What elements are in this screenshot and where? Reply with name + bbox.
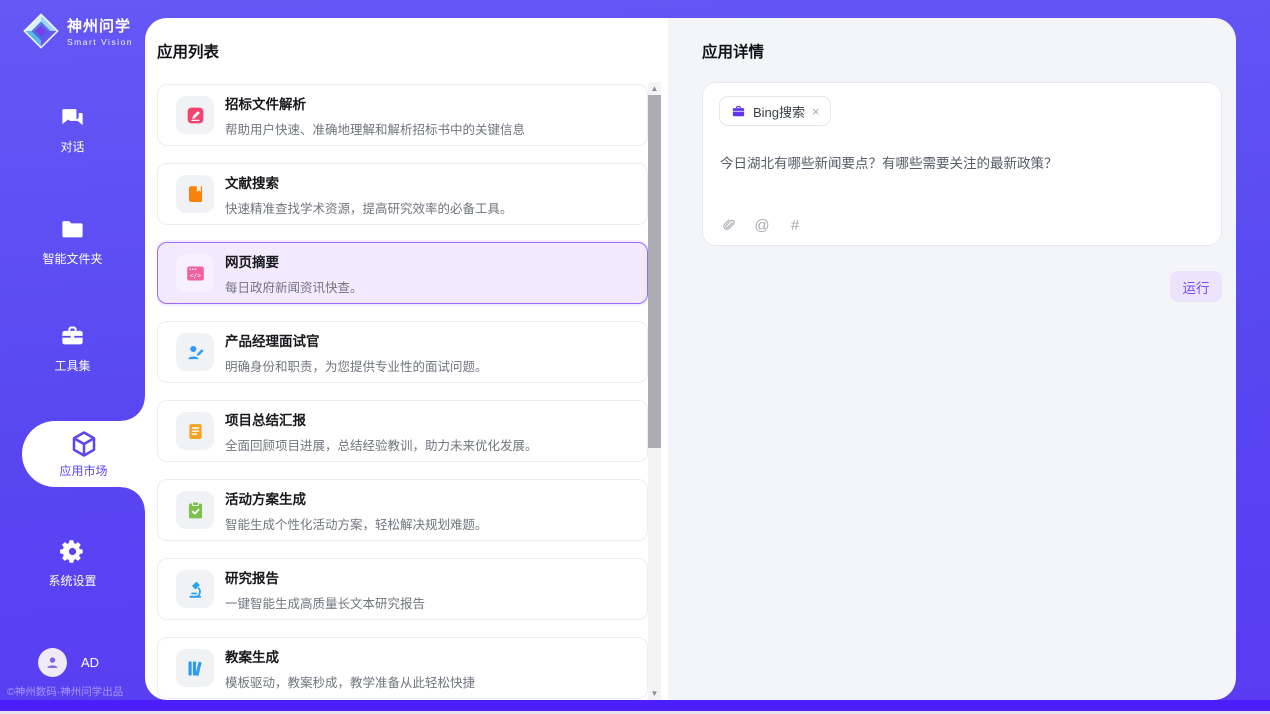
avatar	[38, 648, 67, 677]
app-title: 产品经理面试官	[225, 330, 488, 350]
sidebar-footer: ©神州数码·神州问学出品	[7, 684, 123, 699]
attachment-icon[interactable]	[720, 216, 738, 234]
diamond-logo-icon	[22, 12, 60, 50]
sidebar-item-toolbox[interactable]: 工具集	[0, 323, 145, 374]
web-code-icon: </>	[176, 254, 214, 292]
app-card-text: 教案生成模板驱动，教案秒成，教学准备从此轻松快捷	[225, 646, 475, 691]
books-icon	[176, 649, 214, 687]
app-card[interactable]: 项目总结汇报全面回顾项目进展，总结经验教训，助力未来优化发展。	[157, 400, 648, 462]
brand-logo: 神州问学 Smart Vision	[22, 12, 133, 50]
list-scrollbar[interactable]: ▲ ▼	[648, 82, 661, 700]
brand-name: 神州问学	[67, 15, 133, 36]
app-title: 教案生成	[225, 646, 475, 666]
cube-icon	[69, 429, 99, 459]
sidebar-item-label: 系统设置	[48, 572, 96, 589]
svg-text:</>: </>	[189, 272, 200, 279]
app-card-text: 文献搜索快速精准查找学术资源，提高研究效率的必备工具。	[225, 172, 513, 217]
app-title: 项目总结汇报	[225, 409, 538, 429]
user-initials: AD	[81, 655, 99, 670]
app-card[interactable]: 活动方案生成智能生成个性化活动方案，轻松解决规划难题。	[157, 479, 648, 541]
briefcase-icon	[731, 104, 746, 119]
app-card-text: 活动方案生成智能生成个性化活动方案，轻松解决规划难题。	[225, 488, 488, 533]
screen: 神州问学 Smart Vision 对话智能文件夹工具集应用市场系统设置 AD …	[0, 0, 1270, 714]
app-detail-pane: 应用详情 Bing搜索 × 今日湖北有哪些新闻要点？有哪些需要关注的最新政策？	[668, 18, 1236, 700]
app-card[interactable]: 文献搜索快速精准查找学术资源，提高研究效率的必备工具。	[157, 163, 648, 225]
app-desc: 一键智能生成高质量长文本研究报告	[225, 593, 425, 612]
app-desc: 模板驱动，教案秒成，教学准备从此轻松快捷	[225, 672, 475, 691]
sidebar: 神州问学 Smart Vision 对话智能文件夹工具集应用市场系统设置 AD …	[0, 0, 145, 700]
toolbox-icon	[59, 323, 86, 350]
app-card[interactable]: 产品经理面试官明确身份和职责，为您提供专业性的面试问题。	[157, 321, 648, 383]
app-card[interactable]: 教案生成模板驱动，教案秒成，教学准备从此轻松快捷	[157, 637, 648, 699]
app-desc: 智能生成个性化活动方案，轻松解决规划难题。	[225, 514, 488, 533]
scrollbar-thumb[interactable]	[648, 95, 661, 448]
book-icon	[176, 175, 214, 213]
tool-chip-label: Bing搜索	[753, 102, 805, 121]
sidebar-item-settings[interactable]: 系统设置	[0, 538, 145, 589]
sidebar-item-app-market[interactable]: 应用市场	[22, 421, 145, 487]
sidebar-item-chat[interactable]: 对话	[0, 104, 145, 155]
app-card-text: 网页摘要每日政府新闻资讯快查。	[225, 251, 363, 296]
app-title: 网页摘要	[225, 251, 363, 271]
app-card-text: 项目总结汇报全面回顾项目进展，总结经验教训，助力未来优化发展。	[225, 409, 538, 454]
app-list-pane: 应用列表 招标文件解析帮助用户快速、准确地理解和解析招标书中的关键信息文献搜索快…	[145, 18, 668, 700]
interviewer-icon	[176, 333, 214, 371]
app-desc: 快速精准查找学术资源，提高研究效率的必备工具。	[225, 198, 513, 217]
mention-icon[interactable]: @	[753, 216, 771, 234]
clipboard-check-icon	[176, 491, 214, 529]
app-title: 文献搜索	[225, 172, 513, 192]
app-title: 研究报告	[225, 567, 425, 587]
app-card-text: 产品经理面试官明确身份和职责，为您提供专业性的面试问题。	[225, 330, 488, 375]
app-desc: 全面回顾项目进展，总结经验教训，助力未来优化发展。	[225, 435, 538, 454]
app-list: 招标文件解析帮助用户快速、准确地理解和解析招标书中的关键信息文献搜索快速精准查找…	[157, 84, 648, 700]
sidebar-item-label: 应用市场	[59, 462, 107, 479]
gear-icon	[59, 538, 86, 565]
close-icon[interactable]: ×	[812, 105, 820, 118]
brand-subtitle: Smart Vision	[67, 37, 133, 47]
run-button[interactable]: 运行	[1170, 271, 1222, 302]
sidebar-item-label: 对话	[60, 138, 84, 155]
folder-icon	[59, 216, 86, 243]
sidebar-item-smart-folder[interactable]: 智能文件夹	[0, 216, 145, 267]
main-panel: 应用列表 招标文件解析帮助用户快速、准确地理解和解析招标书中的关键信息文献搜索快…	[145, 18, 1236, 700]
scroll-up-icon[interactable]: ▲	[648, 82, 661, 95]
sidebar-item-label: 智能文件夹	[42, 250, 102, 267]
notepad-icon	[176, 412, 214, 450]
hash-icon[interactable]: #	[786, 216, 804, 234]
app-title: 活动方案生成	[225, 488, 488, 508]
app-title: 招标文件解析	[225, 93, 525, 113]
app-desc: 明确身份和职责，为您提供专业性的面试问题。	[225, 356, 488, 375]
microscope-icon	[176, 570, 214, 608]
scroll-down-icon[interactable]: ▼	[648, 687, 661, 700]
app-desc: 帮助用户快速、准确地理解和解析招标书中的关键信息	[225, 119, 525, 138]
doc-edit-icon	[176, 96, 214, 134]
app-card[interactable]: 招标文件解析帮助用户快速、准确地理解和解析招标书中的关键信息	[157, 84, 648, 146]
app-detail-title: 应用详情	[702, 40, 764, 62]
person-icon	[44, 654, 61, 671]
composer-toolbar: @ #	[720, 216, 804, 234]
app-card-text: 研究报告一键智能生成高质量长文本研究报告	[225, 567, 425, 612]
user-row[interactable]: AD	[38, 648, 99, 677]
sidebar-item-label: 工具集	[54, 357, 90, 374]
bottom-accent-bar	[0, 700, 1270, 711]
chat-icon	[59, 104, 86, 131]
app-card[interactable]: </> 网页摘要每日政府新闻资讯快查。	[157, 242, 648, 304]
query-input[interactable]: 今日湖北有哪些新闻要点？有哪些需要关注的最新政策？	[720, 152, 1205, 172]
tool-chip-bing-search[interactable]: Bing搜索 ×	[719, 96, 831, 126]
app-list-title: 应用列表	[157, 40, 219, 62]
app-card-text: 招标文件解析帮助用户快速、准确地理解和解析招标书中的关键信息	[225, 93, 525, 138]
app-desc: 每日政府新闻资讯快查。	[225, 277, 363, 296]
query-card: Bing搜索 × 今日湖北有哪些新闻要点？有哪些需要关注的最新政策？ @ #	[702, 82, 1222, 246]
app-card[interactable]: 研究报告一键智能生成高质量长文本研究报告	[157, 558, 648, 620]
